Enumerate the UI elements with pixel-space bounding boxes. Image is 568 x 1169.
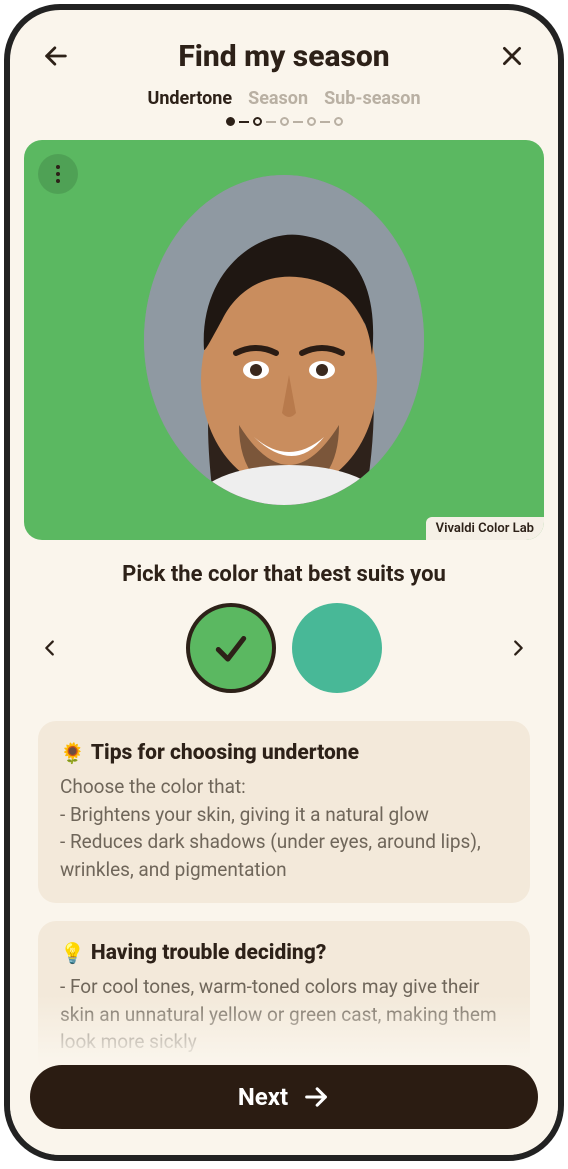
trouble-title: 💡 Having trouble deciding?	[60, 941, 508, 965]
page-title: Find my season	[178, 39, 389, 74]
chevron-left-icon	[39, 637, 61, 659]
check-icon	[212, 629, 250, 667]
prompt-text: Pick the color that best suits you	[10, 562, 558, 587]
stepper-labels: Undertone Season Sub-season	[147, 88, 420, 109]
step-dash	[293, 121, 303, 123]
next-swatch-button[interactable]	[498, 628, 538, 668]
tips-card: 🌻 Tips for choosing undertone Choose the…	[38, 721, 530, 903]
watermark: Vivaldi Color Lab	[426, 517, 544, 540]
tips-title-text: Tips for choosing undertone	[91, 741, 359, 765]
stepper-dots	[226, 117, 343, 126]
trouble-title-text: Having trouble deciding?	[91, 941, 326, 965]
color-swatch-2[interactable]	[292, 603, 382, 693]
bulb-icon: 💡	[60, 941, 85, 965]
step-dash	[266, 121, 276, 123]
next-button[interactable]: Next	[30, 1065, 538, 1129]
step-dot	[334, 117, 343, 126]
stepper: Undertone Season Sub-season	[10, 88, 558, 126]
tips-title: 🌻 Tips for choosing undertone	[60, 741, 508, 765]
device-frame: Find my season Undertone Season Sub-seas…	[4, 4, 564, 1161]
photo-options-button[interactable]	[38, 154, 78, 194]
close-icon	[499, 43, 525, 69]
next-label: Next	[238, 1083, 288, 1111]
step-sub-season[interactable]: Sub-season	[324, 88, 420, 109]
step-dot	[226, 117, 235, 126]
step-season[interactable]: Season	[248, 88, 308, 109]
back-button[interactable]	[36, 36, 76, 76]
photo-area: Vivaldi Color Lab	[24, 140, 544, 540]
close-button[interactable]	[492, 36, 532, 76]
step-undertone[interactable]: Undertone	[147, 88, 232, 109]
color-swatch-1[interactable]	[186, 603, 276, 693]
step-dot	[307, 117, 316, 126]
bottom-bar: Next	[10, 995, 558, 1155]
step-dash	[239, 121, 249, 123]
portrait-illustration	[144, 175, 424, 505]
swatch-row	[10, 603, 558, 693]
step-dot	[253, 117, 262, 126]
arrow-right-icon	[302, 1083, 330, 1111]
prev-swatch-button[interactable]	[30, 628, 70, 668]
tips-intro: Choose the color that:	[60, 773, 508, 801]
step-dash	[320, 121, 330, 123]
step-dot	[280, 117, 289, 126]
header: Find my season	[10, 10, 558, 84]
kebab-icon	[56, 164, 60, 185]
chevron-right-icon	[507, 637, 529, 659]
tips-line-1: - Brightens your skin, giving it a natur…	[60, 801, 508, 829]
tips-line-2: - Reduces dark shadows (under eyes, arou…	[60, 828, 508, 883]
sunflower-icon: 🌻	[60, 741, 85, 765]
back-arrow-icon	[42, 42, 70, 70]
user-portrait	[144, 175, 424, 505]
